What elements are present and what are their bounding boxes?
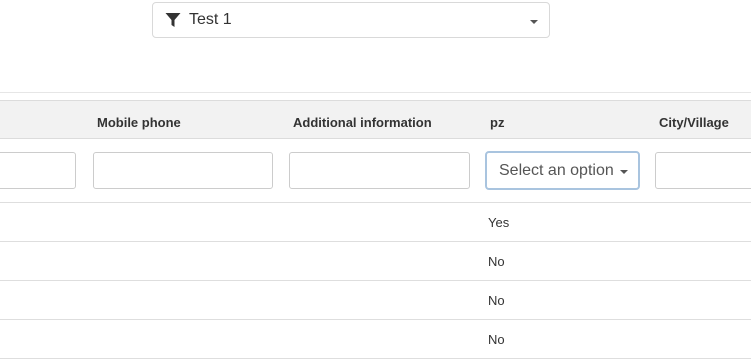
chevron-down-icon — [530, 20, 538, 24]
table-row-pz-cell: No — [488, 293, 505, 308]
row-divider — [0, 319, 751, 320]
pz-filter-select[interactable]: Select an option — [485, 151, 640, 190]
row-divider — [0, 358, 751, 359]
additional-information-filter-input[interactable] — [289, 152, 470, 189]
row-divider — [0, 241, 751, 242]
table-row-pz-cell: Yes — [488, 215, 510, 230]
row-divider — [0, 202, 751, 203]
filter-select[interactable]: Test 1 — [152, 2, 550, 38]
city-village-filter-input[interactable] — [655, 152, 751, 189]
mobile-phone-filter-input[interactable] — [93, 152, 273, 189]
table-header: Mobile phone Additional information pz C… — [0, 100, 751, 139]
table-row-pz-cell: No — [488, 332, 505, 347]
table-row-pz-cell: No — [488, 254, 505, 269]
column-header-city-village[interactable]: City/Village — [659, 101, 729, 138]
column-header-pz[interactable]: pz — [490, 101, 504, 138]
column-header-mobile-phone[interactable]: Mobile phone — [97, 101, 181, 138]
divider — [0, 92, 751, 93]
filter-icon — [165, 12, 181, 28]
chevron-down-icon — [619, 169, 628, 174]
column-header-additional-information[interactable]: Additional information — [293, 101, 432, 138]
row-divider — [0, 280, 751, 281]
filter-select-label: Test 1 — [189, 11, 232, 28]
pz-filter-placeholder: Select an option — [499, 161, 614, 179]
column-filter-input-first[interactable] — [0, 152, 76, 189]
